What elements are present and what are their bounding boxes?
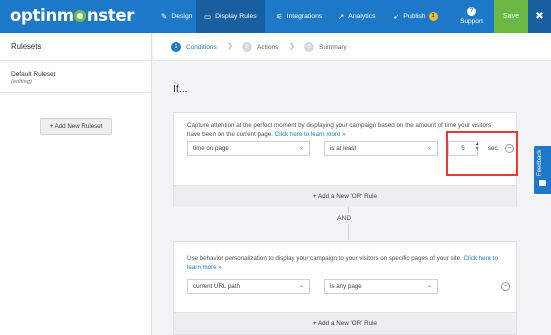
chevron-right-icon: ❯ bbox=[227, 43, 233, 50]
step-progress: 1 Conditions ❯ 2 Actions ❯ 3 Summary bbox=[153, 33, 551, 61]
chart-icon: ↗ bbox=[338, 12, 345, 21]
monster-eye-icon bbox=[74, 10, 87, 22]
condition-select[interactable]: time on page ⌄ bbox=[187, 141, 310, 156]
plug-icon: ⚟ bbox=[276, 12, 283, 21]
nav-design[interactable]: ✎ Design bbox=[153, 0, 200, 33]
sidebar-title: Rulesets bbox=[0, 33, 151, 61]
rulesets-sidebar: Rulesets Default Ruleset (editing) + Add… bbox=[0, 33, 152, 335]
rule-card-url-path: Use behavior personalization to display … bbox=[173, 241, 517, 335]
brush-icon: ✎ bbox=[161, 12, 168, 21]
remove-rule-icon[interactable]: − bbox=[501, 282, 510, 291]
optinmonster-logo[interactable]: optinm nster bbox=[10, 6, 134, 25]
chevron-down-icon: ⌄ bbox=[426, 145, 432, 151]
add-or-rule-button[interactable]: + Add a New 'OR' Rule bbox=[174, 185, 516, 207]
rule-card-time-on-page: Capture attention at the perfect moment … bbox=[173, 112, 518, 207]
nav-publish[interactable]: ➶ Publish 1 bbox=[385, 0, 446, 33]
feedback-icon bbox=[539, 180, 546, 186]
ruleset-name: Default Ruleset bbox=[11, 71, 56, 78]
condition-select[interactable]: current URL path ⌄ bbox=[187, 279, 310, 294]
top-bar: optinm nster ✎ Design ▭ Display Rules ⚟ Inte… bbox=[0, 0, 551, 33]
monitor-icon: ▭ bbox=[204, 12, 212, 21]
add-or-rule-button[interactable]: + Add a New 'OR' Rule bbox=[174, 312, 516, 334]
add-ruleset-button[interactable]: + Add New Ruleset bbox=[40, 118, 112, 135]
step-conditions[interactable]: 1 Conditions bbox=[171, 42, 217, 52]
help-icon: ? bbox=[467, 7, 476, 16]
highlight-box bbox=[446, 131, 518, 176]
operator-select[interactable]: is any page ⌄ bbox=[324, 279, 438, 294]
ruleset-status: (editing) bbox=[11, 79, 32, 85]
ruleset-item-default[interactable]: Default Ruleset (editing) bbox=[0, 61, 151, 93]
chevron-down-icon: ⌄ bbox=[298, 145, 304, 151]
step-summary[interactable]: 3 Summary bbox=[304, 42, 347, 52]
save-button[interactable]: Save bbox=[494, 0, 528, 33]
learn-more-link[interactable]: Click here to learn more » bbox=[275, 131, 346, 138]
if-heading: If... bbox=[173, 83, 188, 95]
close-icon[interactable]: ✖ bbox=[528, 0, 551, 33]
feedback-tab[interactable]: Feedback bbox=[534, 146, 551, 194]
connector-line bbox=[348, 207, 349, 213]
nav-integrations[interactable]: ⚟ Integrations bbox=[268, 0, 330, 33]
learn-more-link[interactable]: learn more » bbox=[187, 264, 222, 271]
chevron-right-icon: ❯ bbox=[289, 43, 295, 50]
publish-badge: 1 bbox=[428, 12, 438, 21]
chevron-down-icon: ⌄ bbox=[298, 283, 304, 289]
support-button[interactable]: ? Support bbox=[450, 0, 493, 33]
chevron-down-icon: ⌄ bbox=[426, 283, 432, 289]
connector-line bbox=[348, 224, 349, 240]
learn-more-link[interactable]: Click here to bbox=[464, 255, 498, 262]
operator-select[interactable]: is at least ⌄ bbox=[324, 141, 438, 156]
nav-display-rules[interactable]: ▭ Display Rules bbox=[196, 0, 265, 33]
rocket-icon: ➶ bbox=[393, 12, 400, 21]
step-actions[interactable]: 2 Actions bbox=[242, 42, 278, 52]
rule-description: Use behavior personalization to display … bbox=[187, 255, 498, 271]
and-label: AND bbox=[337, 215, 352, 222]
rules-editor: If... Capture attention at the perfect m… bbox=[153, 61, 551, 335]
nav-analytics[interactable]: ↗ Analytics bbox=[330, 0, 384, 33]
